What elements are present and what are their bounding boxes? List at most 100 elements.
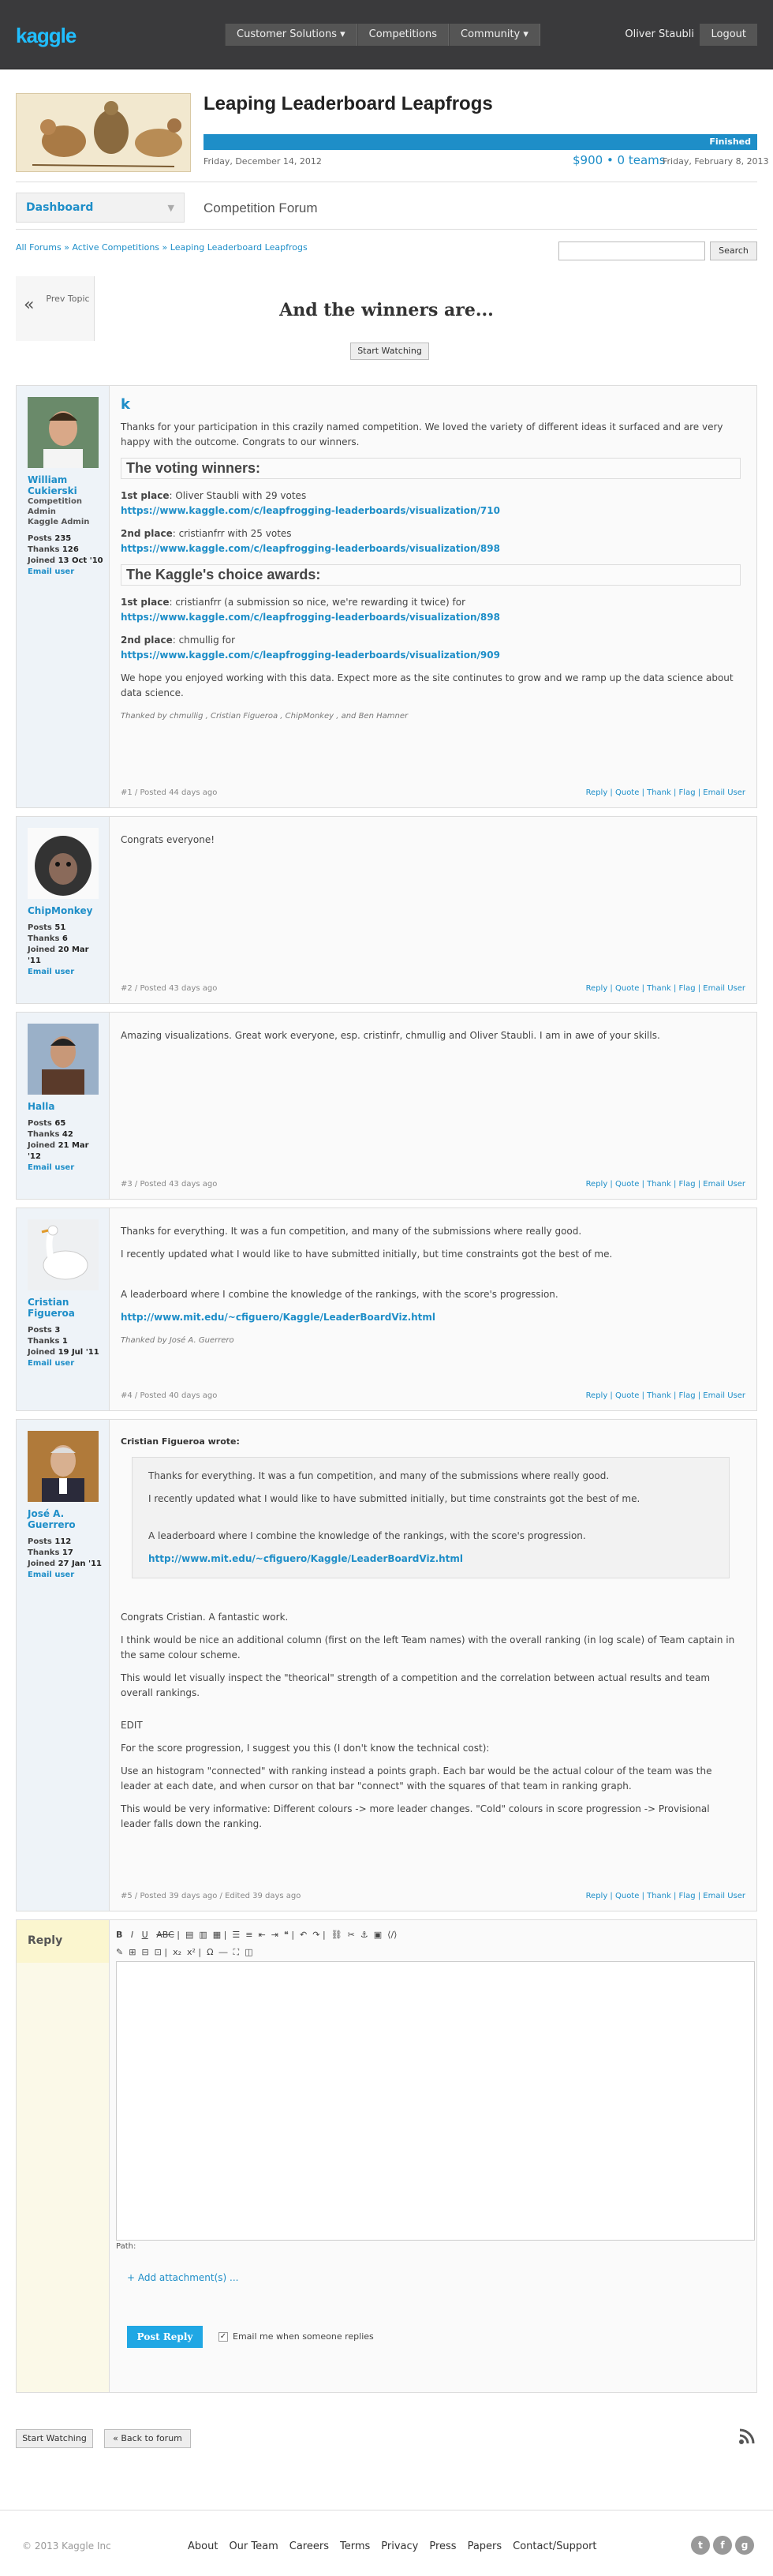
col-icon[interactable]: ⊡ [155,1947,162,1957]
email-user-link[interactable]: Email user [28,967,103,978]
google-plus-icon[interactable]: g [735,2536,754,2555]
post-body: Cristian Figueroa wrote: Thanks for ever… [110,1420,756,1911]
email-user-link[interactable]: Email user [28,567,103,578]
visualization-link[interactable]: https://www.kaggle.com/c/leapfrogging-le… [121,505,500,516]
post-paragraph: This would let visually inspect the "the… [121,1672,711,1698]
avatar[interactable] [28,1024,99,1095]
bold-icon[interactable]: B [116,1930,122,1940]
post-actions[interactable]: Reply | Quote | Thank | Flag | Email Use… [586,1180,745,1189]
author-name[interactable]: José A. Guerrero Posts 112 Thanks 17 Joi… [28,1508,103,1581]
search-input[interactable] [558,242,705,260]
email-notify-checkbox[interactable]: ✓ [218,2332,228,2342]
start-watching-button[interactable]: Start Watching [16,2429,93,2448]
visualization-link[interactable]: https://www.kaggle.com/c/leapfrogging-le… [121,543,500,554]
avatar[interactable] [28,1431,99,1502]
post-actions[interactable]: Reply | Quote | Thank | Flag | Email Use… [586,984,745,993]
footer-link-contact[interactable]: Contact/Support [513,2540,596,2552]
superscript-icon[interactable]: x² [187,1947,196,1957]
footer-link-careers[interactable]: Careers [289,2540,329,2552]
paste-icon[interactable]: ▤ [185,1930,193,1940]
post-text: k Thanks for your participation in this … [121,397,741,724]
avatar[interactable] [28,828,99,899]
link-icon[interactable]: ⛓ [331,1930,342,1940]
post-paragraph: 2nd place: cristianfrr with 25 votes http… [121,528,500,554]
post-author-panel: José A. Guerrero Posts 112 Thanks 17 Joi… [17,1420,110,1911]
redo-icon[interactable]: ↷ [312,1930,319,1940]
charmap-icon[interactable]: Ω [207,1947,213,1957]
fullscreen-icon[interactable]: ⛶ [233,1947,240,1957]
logout-button[interactable]: Logout [700,24,757,46]
avatar[interactable] [28,397,99,468]
email-user-link[interactable]: Email user [28,1358,103,1369]
username-link[interactable]: Oliver Staubli [625,28,694,40]
post-heading: k [121,396,130,413]
reply-editor[interactable] [116,1961,755,2241]
nav-customer-solutions[interactable]: Customer Solutions ▾ [225,24,357,46]
email-user-link[interactable]: Email user [28,1163,103,1174]
kaggle-logo[interactable]: kaggle [16,24,77,48]
nav-competitions[interactable]: Competitions [357,24,449,46]
post-actions[interactable]: Reply | Quote | Thank | Flag | Email Use… [586,1391,745,1400]
post-footer: #4 / Posted 40 days ago Reply | Quote | … [121,1391,745,1402]
start-watching-button[interactable]: Start Watching [350,343,429,360]
footer-link-our-team[interactable]: Our Team [229,2540,278,2552]
post-author-panel: Cristian Figueroa Posts 3 Thanks 1 Joine… [17,1208,110,1410]
add-attachment-link[interactable]: + Add attachment(s) ... [127,2272,239,2283]
footer-link-about[interactable]: About [188,2540,218,2552]
post-actions[interactable]: Reply | Quote | Thank | Flag | Email Use… [586,1892,745,1900]
outdent-icon[interactable]: ⇤ [258,1930,265,1940]
footer-link-press[interactable]: Press [429,2540,456,2552]
footer-link-papers[interactable]: Papers [468,2540,502,2552]
dashboard-dropdown[interactable]: Dashboard ▼ [16,193,185,223]
prev-topic-button[interactable]: « Prev Topic [16,276,95,341]
post-reply-button[interactable]: Post Reply [127,2326,203,2348]
competition-title[interactable]: Leaping Leaderboard Leapfrogs [204,93,493,115]
post-author-panel: William Cukierski Competition Admin Kagg… [17,386,110,807]
nav-community[interactable]: Community ▾ [449,24,540,46]
paste-text-icon[interactable]: ▥ [199,1930,207,1940]
unlink-icon[interactable]: ✂ [348,1930,355,1940]
visualization-link[interactable]: https://www.kaggle.com/c/leapfrogging-le… [121,612,500,623]
underline-icon[interactable]: U [142,1930,148,1940]
preview-icon[interactable]: ◫ [245,1947,252,1957]
email-user-link[interactable]: Email user [28,1570,103,1581]
subscript-icon[interactable]: x₂ [173,1947,181,1957]
author-name[interactable]: Halla Posts 65 Thanks 42 Joined 21 Mar '… [28,1101,103,1174]
author-name[interactable]: Cristian Figueroa Posts 3 Thanks 1 Joine… [28,1297,103,1369]
table-icon[interactable]: ⊞ [129,1947,136,1957]
leaderboard-viz-link[interactable]: http://www.mit.edu/~cfiguero/Kaggle/Lead… [148,1553,463,1564]
post-actions[interactable]: Reply | Quote | Thank | Flag | Email Use… [586,788,745,797]
paste-word-icon[interactable]: ▦ [213,1930,221,1940]
numbered-list-icon[interactable]: ≡ [245,1930,252,1940]
rss-icon[interactable] [738,2428,756,2445]
row-icon[interactable]: ⊟ [141,1947,148,1957]
avatar[interactable] [28,1219,99,1290]
copyright: © 2013 Kaggle Inc [22,2540,111,2552]
edit-icon[interactable]: ✎ [116,1947,123,1957]
author-name[interactable]: William Cukierski Competition Admin Kagg… [28,474,103,578]
facebook-icon[interactable]: f [713,2536,732,2555]
author-name[interactable]: ChipMonkey Posts 51 Thanks 6 Joined 20 M… [28,905,103,978]
quote-paragraph: I recently updated what I would like to … [148,1493,640,1504]
footer-link-terms[interactable]: Terms [340,2540,370,2552]
prize-teams[interactable]: $900 • 0 teams [573,153,666,167]
visualization-link[interactable]: https://www.kaggle.com/c/leapfrogging-le… [121,650,500,661]
footer-link-privacy[interactable]: Privacy [381,2540,418,2552]
search-button[interactable]: Search [710,242,757,260]
hr-icon[interactable]: ― [219,1947,228,1957]
italic-icon[interactable]: I [131,1930,133,1940]
strikethrough-icon[interactable]: ABC [156,1930,174,1940]
back-to-forum-button[interactable]: « Back to forum [104,2429,191,2448]
undo-icon[interactable]: ↶ [300,1930,307,1940]
leaderboard-viz-link[interactable]: http://www.mit.edu/~cfiguero/Kaggle/Lead… [121,1312,435,1323]
forum-post: ChipMonkey Posts 51 Thanks 6 Joined 20 M… [16,816,757,1004]
blockquote-icon[interactable]: ❝ [284,1930,289,1940]
twitter-icon[interactable]: t [691,2536,710,2555]
html-icon[interactable]: ⟨/⟩ [387,1930,397,1940]
indent-icon[interactable]: ⇥ [271,1930,278,1940]
image-icon[interactable]: ▣ [374,1930,382,1940]
breadcrumb[interactable]: All Forums » Active Competitions » Leapi… [16,242,308,253]
post-text: Cristian Figueroa wrote: Thanks for ever… [121,1434,741,1840]
bullet-list-icon[interactable]: ☰ [232,1930,240,1940]
anchor-icon[interactable]: ⚓ [360,1930,368,1940]
